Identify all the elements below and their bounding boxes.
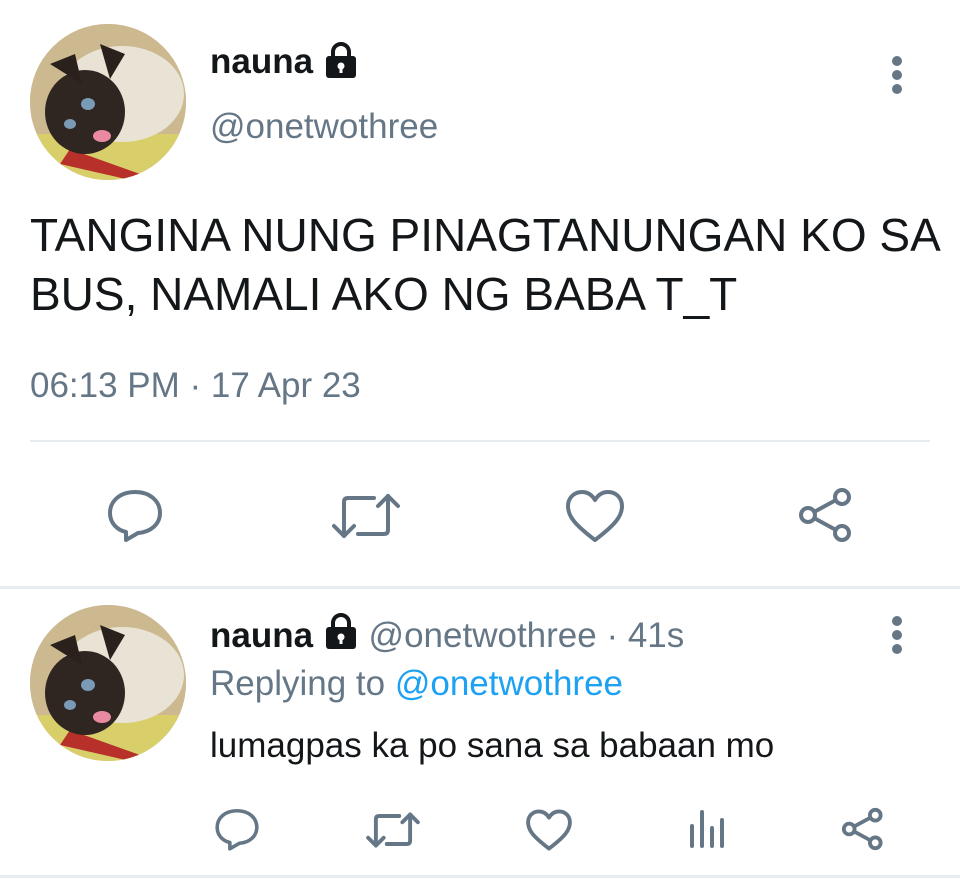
retweet-icon (332, 494, 400, 538)
avatar[interactable] (30, 24, 186, 180)
reply-avatar[interactable] (30, 605, 186, 761)
tweet-text: TANGINA NUNG PINAGTANUNGAN KO SA BUS, NA… (30, 209, 939, 320)
like-icon (526, 809, 572, 851)
reply-handle[interactable]: @onetwothree (369, 616, 597, 655)
reply-text: lumagpas ka po sana sa babaan mo (210, 726, 775, 765)
retweet-button[interactable] (330, 488, 402, 544)
share-icon (841, 807, 883, 851)
section-divider (0, 586, 960, 589)
reply-button[interactable] (106, 486, 164, 544)
lock-icon (323, 42, 359, 85)
reply-analytics-button[interactable] (688, 806, 726, 850)
reply-header: nauna @onetwothree · 41s (210, 613, 684, 662)
like-button[interactable] (564, 488, 626, 544)
handle[interactable]: @onetwothree (210, 105, 438, 149)
divider (30, 440, 930, 442)
timestamp[interactable]: 06:13 PM · 17 Apr 23 (30, 364, 361, 408)
reply-display-name[interactable]: nauna (210, 616, 313, 655)
reply-like-button[interactable] (525, 808, 573, 852)
reply-icon (215, 808, 259, 851)
share-icon (799, 488, 851, 542)
analytics-icon (690, 810, 724, 848)
more-options-icon[interactable] (886, 54, 908, 96)
reply-retweet-button[interactable] (365, 808, 421, 852)
reply-share-button[interactable] (840, 806, 886, 852)
replying-to-link[interactable]: @onetwothree (395, 664, 623, 703)
reply-reply-button[interactable] (214, 806, 260, 852)
replying-to: Replying to @onetwothree (210, 662, 623, 706)
reply-icon (108, 490, 162, 542)
lock-icon (323, 613, 359, 662)
reply-time[interactable]: · 41s (606, 616, 684, 655)
replying-to-label: Replying to (210, 664, 386, 703)
share-button[interactable] (796, 486, 856, 544)
reply-more-options-icon[interactable] (886, 614, 908, 656)
display-name[interactable]: nauna (210, 40, 313, 84)
bottom-divider (0, 875, 960, 878)
retweet-icon (366, 812, 420, 848)
like-icon (566, 490, 624, 542)
